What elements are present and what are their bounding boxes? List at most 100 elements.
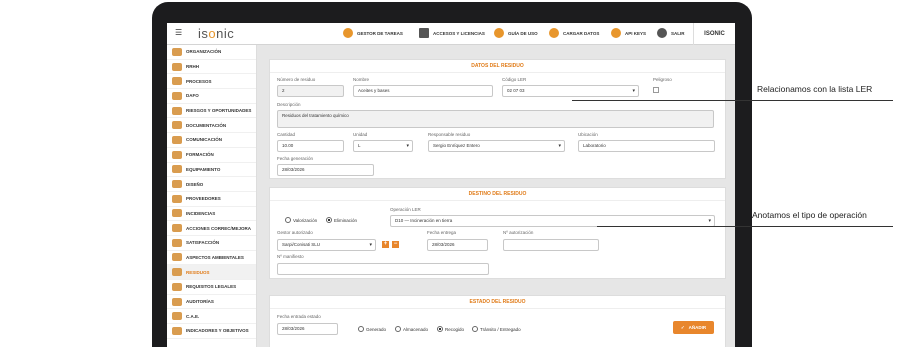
sidebar-item-riesgos[interactable]: RIESGOS Y OPORTUNIDADES [167,104,256,119]
cae-icon [172,312,182,321]
sidebar-item-proveedores[interactable]: PROVEEDORES [167,192,256,207]
chat-icon [172,135,182,144]
ler-select[interactable]: 02 07 03 ▾ [502,85,639,97]
peligroso-checkbox[interactable] [653,87,659,93]
dafo-icon [172,91,182,100]
radio-valorizacion[interactable]: Valorización [285,217,317,223]
info-icon [494,28,504,38]
sidebar-item-diseno[interactable]: DISEÑO [167,177,256,192]
topbar-item-upload[interactable]: CARGAR DATOS [549,28,599,38]
tasks-icon [343,28,353,38]
ler-label: Código LER [502,77,527,82]
radio-circle [285,217,291,223]
building-icon [172,47,182,56]
radio-circle [326,217,332,223]
fecha-estado-field[interactable]: 28/03/2026 [277,323,338,335]
remove-gestor-button[interactable]: − [392,241,399,248]
sidebar-item-aspectos[interactable]: ASPECTOS AMBIENTALES [167,251,256,266]
topbar-item-exit[interactable]: SALIR [657,28,685,38]
responsable-select[interactable]: Sergio Enríquez Entero ▾ [428,140,565,152]
radio-circle [472,326,478,332]
sidebar-item-organizacion[interactable]: ORGANIZACIÓN [167,45,256,60]
descripcion-field[interactable]: Residuos del tratamiento químico [277,110,714,128]
graduation-icon [172,150,182,159]
sidebar-item-indicadores[interactable]: INDICADORES Y OBJETIVOS [167,324,256,339]
app-logo[interactable]: isonic [198,26,234,41]
user-name[interactable]: ISONIC [693,23,735,45]
fecha-gen-label: Fecha generación [277,156,314,161]
equipment-icon [172,165,182,174]
autorizacion-field[interactable] [503,239,599,251]
sidebar-item-incidencias[interactable]: INCIDENCIAS [167,207,256,222]
numero-field[interactable]: 2 [277,85,344,97]
sidebar-item-equipamiento[interactable]: EQUIPAMIENTO [167,163,256,178]
people-icon [172,62,182,71]
risk-icon [172,106,182,115]
top-bar: ☰ isonic GESTOR DE TAREAS ACCESOS Y LICE… [167,23,735,45]
chevron-down-icon: ▾ [632,88,635,94]
annotation-line-1 [572,100,893,101]
chevron-down-icon: ▾ [558,143,561,149]
sidebar-item-formacion[interactable]: FORMACIÓN [167,148,256,163]
leaf-icon [172,253,182,262]
annotation-operacion: Anotamos el tipo de operación [752,210,867,220]
sidebar-item-satisfaccion[interactable]: SATISFACCIÓN [167,236,256,251]
unidad-label: Unidad [353,132,368,137]
annotation-line-2 [597,226,893,227]
topbar-item-access[interactable]: ACCESOS Y LICENCIAS [419,28,485,38]
radio-generado[interactable]: Generado [358,326,386,332]
cantidad-field[interactable]: 10.00 [277,140,344,152]
panel-estado: ESTADO DEL RESIDUO Fecha entrada estado … [269,295,726,347]
gestor-select[interactable]: Sarpi/Conisati SLU ▾ [277,239,376,251]
waste-icon [172,268,182,277]
sidebar-item-requisitos[interactable]: REQUISITOS LEGALES [167,280,256,295]
panel-title: DESTINO DEL RESIDUO [270,188,725,201]
main-content: DATOS DEL RESIDUO Número de residuo 2 No… [257,45,735,347]
gestor-label: Gestor autorizado [277,230,313,235]
fecha-entrega-label: Fecha entrega [427,230,457,235]
menu-icon[interactable]: ☰ [175,29,182,37]
actions-icon [172,224,182,233]
ubicacion-field[interactable]: Laboratorio [578,140,715,152]
panel-datos: DATOS DEL RESIDUO Número de residuo 2 No… [269,59,726,179]
warning-icon [172,209,182,218]
add-button[interactable]: ✓ AÑADIR [673,321,714,334]
topbar-item-api[interactable]: API KEYS [611,28,646,38]
sidebar-item-auditorias[interactable]: AUDITORÍAS [167,295,256,310]
upload-icon [549,28,559,38]
add-gestor-button[interactable]: + [382,241,389,248]
audit-icon [172,297,182,306]
fecha-gen-field[interactable]: 28/03/2026 [277,164,374,176]
radio-recogido[interactable]: Recogido [437,326,464,332]
radio-circle [437,326,443,332]
sidebar-item-comunicacion[interactable]: COMUNICACIÓN [167,133,256,148]
manifiesto-label: Nº manifiesto [277,254,304,259]
peligroso-label: Peligroso [653,77,672,82]
topbar-item-tasks[interactable]: GESTOR DE TAREAS [343,28,403,38]
manifiesto-field[interactable] [277,263,489,275]
radio-almacenado[interactable]: Almacenado [395,326,428,332]
truck-icon [172,194,182,203]
nombre-label: Nombre [353,77,370,82]
sidebar-item-rrhh[interactable]: RRHH [167,60,256,75]
sidebar-item-documentacion[interactable]: DOCUMENTACIÓN [167,118,256,134]
fecha-estado-label: Fecha entrada estado [277,314,321,319]
responsable-label: Responsable residuo [428,132,471,137]
sidebar-item-residuos[interactable]: RESIDUOS [167,265,256,280]
books-icon [419,28,429,38]
sidebar: ORGANIZACIÓN RRHH PROCESOS DAFO RIESGOS … [167,45,257,347]
fecha-entrega-field[interactable]: 28/03/2026 [427,239,488,251]
unidad-select[interactable]: L ▾ [353,140,413,152]
panel-destino: DESTINO DEL RESIDUO Valorización Elimina… [269,187,726,279]
sidebar-item-procesos[interactable]: PROCESOS [167,74,256,90]
radio-eliminacion[interactable]: Eliminación [326,217,357,223]
annotation-ler: Relacionamos con la lista LER [757,84,873,94]
sidebar-item-acciones[interactable]: ACCIONES CORREC/MEJORA [167,221,256,236]
topbar-item-guide[interactable]: GUÍA DE USO [494,28,538,38]
nombre-field[interactable]: Aceites y bases [353,85,493,97]
check-icon: ✓ [680,324,685,330]
sidebar-item-cae[interactable]: C.A.E. [167,309,256,325]
sidebar-item-dafo[interactable]: DAFO [167,89,256,104]
radio-transito[interactable]: Tránsito / Entregado [472,326,521,332]
process-icon [172,77,182,86]
